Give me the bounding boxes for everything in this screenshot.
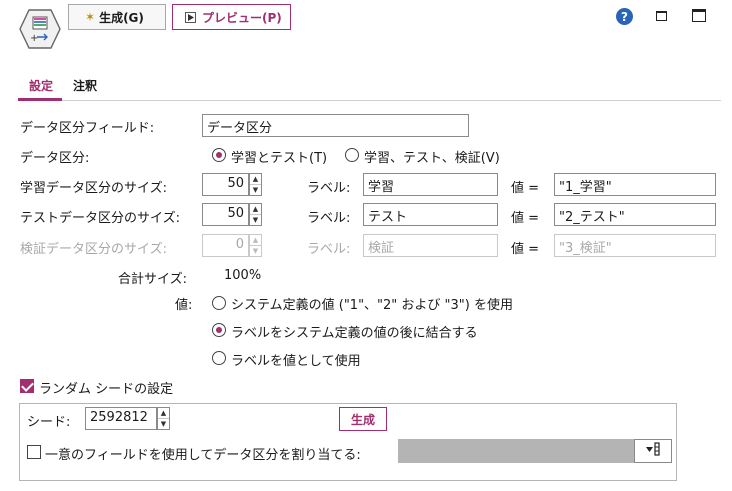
maximize-icon[interactable]: [692, 9, 706, 22]
training-label-input[interactable]: 学習: [363, 173, 498, 196]
field-picker-button[interactable]: [634, 439, 672, 463]
training-label-label: ラベル:: [307, 181, 351, 196]
radio-train-test-label[interactable]: 学習とテスト(T): [231, 147, 327, 166]
radio-labels-as-values-label[interactable]: ラベルを値として使用: [231, 350, 361, 369]
seed-group: シード: 2592812 ▲ ▼ 生成 一意のフィールドを使用してデータ区分を割り…: [19, 403, 677, 481]
total-size-value: 100%: [224, 268, 262, 283]
preview-button[interactable]: プレビュー(P): [172, 4, 291, 30]
active-tab-indicator: [18, 98, 62, 101]
training-size-input[interactable]: 50: [202, 173, 249, 196]
seed-input[interactable]: 2592812: [85, 407, 157, 430]
tab-annotations[interactable]: 注釈: [73, 77, 97, 94]
generate-button[interactable]: ✶ 生成(G): [68, 4, 166, 30]
partition-node-icon: +: [18, 8, 62, 50]
testing-label-input[interactable]: テスト: [363, 203, 498, 226]
radio-train-test-validate[interactable]: [345, 148, 359, 162]
validation-label-label: ラベル:: [307, 242, 351, 257]
testing-value-input[interactable]: "2_テスト": [554, 203, 716, 226]
radio-append-labels-label[interactable]: ラベルをシステム定義の値の後に結合する: [231, 322, 478, 341]
tab-divider: [18, 100, 721, 101]
training-size-stepper[interactable]: ▲ ▼: [249, 173, 262, 196]
partition-field-input[interactable]: データ区分: [202, 114, 469, 137]
unique-field-dropdown[interactable]: [398, 439, 634, 463]
radio-append-labels[interactable]: [212, 323, 226, 337]
random-seed-checkbox[interactable]: [20, 379, 34, 393]
testing-value-label: 値 =: [511, 211, 540, 226]
radio-system-values-label[interactable]: システム定義の値 ("1"、"2" および "3") を使用: [231, 294, 513, 313]
radio-labels-as-values[interactable]: [212, 351, 226, 365]
training-value-input[interactable]: "1_学習": [554, 173, 716, 196]
radio-system-values[interactable]: [212, 296, 226, 310]
validation-size-input: 0: [202, 234, 249, 257]
radio-train-test[interactable]: [212, 148, 226, 162]
values-label: 値:: [175, 298, 193, 313]
svg-text:+: +: [30, 33, 38, 44]
testing-size-stepper[interactable]: ▲ ▼: [249, 203, 262, 226]
partitions-label: データ区分:: [20, 151, 90, 166]
training-value-label: 値 =: [511, 181, 540, 196]
minimize-icon[interactable]: [656, 11, 667, 21]
testing-label-label: ラベル:: [307, 211, 351, 226]
testing-size-input[interactable]: 50: [202, 203, 249, 226]
field-picker-icon: [645, 442, 661, 460]
seed-generate-button[interactable]: 生成: [339, 407, 387, 431]
training-size-label: 学習データ区分のサイズ:: [20, 181, 167, 196]
validation-size-stepper: ▲ ▼: [249, 234, 262, 257]
validation-label-input: 検証: [363, 234, 498, 257]
preview-button-label: プレビュー(P): [202, 10, 282, 25]
partition-field-label: データ区分フィールド:: [20, 121, 155, 136]
unique-field-checkbox[interactable]: [27, 445, 41, 459]
random-seed-label[interactable]: ランダム シードの設定: [39, 378, 173, 397]
radio-train-test-validate-label[interactable]: 学習、テスト、検証(V): [364, 147, 500, 166]
wand-icon: ✶: [85, 10, 96, 24]
testing-size-label: テストデータ区分のサイズ:: [20, 211, 180, 226]
unique-field-label[interactable]: 一意のフィールドを使用してデータ区分を割り当てる:: [45, 444, 361, 463]
seed-label: シード:: [27, 415, 71, 430]
seed-stepper[interactable]: ▲ ▼: [157, 407, 170, 430]
validation-value-input: "3_検証": [554, 234, 716, 257]
tab-settings[interactable]: 設定: [29, 77, 53, 94]
help-icon[interactable]: ?: [616, 8, 633, 25]
validation-value-label: 値 =: [511, 242, 540, 257]
generate-button-label: 生成(G): [99, 10, 144, 25]
validation-size-label: 検証データ区分のサイズ:: [20, 242, 167, 257]
play-icon: [185, 11, 196, 23]
total-size-label: 合計サイズ:: [118, 272, 187, 287]
